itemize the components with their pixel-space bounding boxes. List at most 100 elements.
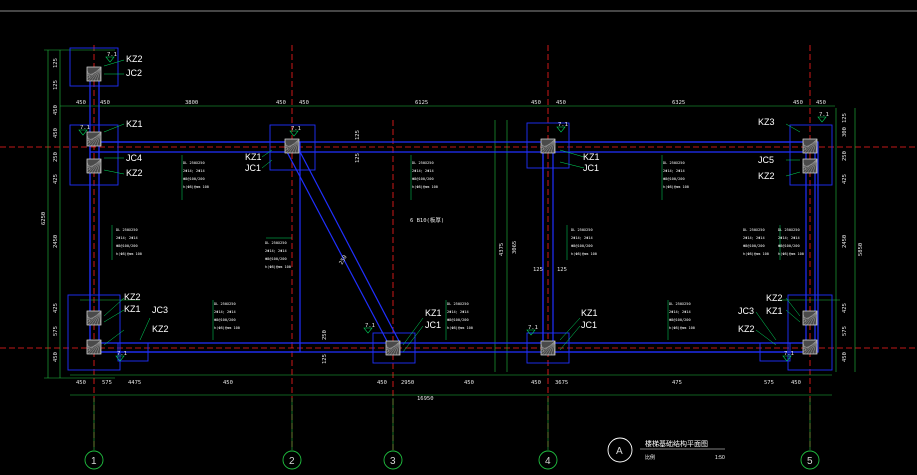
column-label: KZ3 <box>758 117 775 127</box>
dim-bot-9: 475 <box>672 380 682 386</box>
dim-top-10: 450 <box>816 100 826 106</box>
level-mark: 7.1 <box>105 52 117 63</box>
column-label: KZ1 <box>583 152 600 162</box>
beam-note-line: 2Φ14; 2Φ14 <box>663 169 685 173</box>
level-mark: 7.1 <box>363 323 375 334</box>
column-hatch <box>86 339 102 355</box>
beam-note-line: DL 250X250 <box>214 302 236 306</box>
beam-note: DL 250X250 2Φ14; 2Φ14 Φ8@100/200 h(Φ8)@mm 1… <box>214 302 240 330</box>
cad-drawing-canvas: 7.1 7.1 7.1 7.1 7.1 7.1 7.1 7.1 7.1 450 450 3800… <box>0 10 917 470</box>
beam-note-line: h(Φ8)@mm 100 <box>571 252 597 256</box>
level-value: 7.1 <box>80 125 90 131</box>
level-value: 7.1 <box>784 351 794 357</box>
column-hatch <box>540 138 556 154</box>
level-value: 7.1 <box>528 325 538 331</box>
beam-note-line: h(Φ8)@mm 100 <box>412 185 438 189</box>
title-scale-label: 比例 <box>645 454 655 461</box>
beam-note-line: DL 250X250 <box>669 302 691 306</box>
dim-right-5: 575 <box>842 326 848 336</box>
column-label: KZ1 <box>581 308 598 318</box>
beam-note-line: 2Φ14; 2Φ14 <box>743 236 765 240</box>
axis-bubble-5: 5 <box>800 398 820 470</box>
bottom-dimension-texts: 450 575 4475 450 450 2950 450 450 3675 4… <box>76 380 801 402</box>
dim-bot-2: 4475 <box>128 380 141 386</box>
beam-note: DL 250X250 2Φ14; 2Φ14 Φ8@100/200 h(Φ8)@mm 1… <box>447 302 473 330</box>
beam-note-line: DL 250X250 <box>743 228 765 232</box>
diag-beam-b <box>297 147 401 344</box>
beam-note-line: DL 250X250 <box>412 161 434 165</box>
dim-top-8: 6325 <box>672 100 685 106</box>
beam-note: DL 250X250 2Φ14; 2Φ14 Φ8@100/200 h(Φ8)@mm 1… <box>412 161 438 189</box>
column-labels: KZ2JC2KZ1JC4KZ2KZ2KZ1 JC3KZ2KZ1JC1KZ1JC1K… <box>124 54 783 334</box>
column-hatch <box>802 339 818 355</box>
column-label: KZ1 <box>425 308 442 318</box>
dim-left-5: 425 <box>53 174 59 184</box>
axis-bubble-label: 3 <box>390 456 396 467</box>
axis-bubble-label: 1 <box>91 456 97 467</box>
beam-note-line: 2Φ14; 2Φ14 <box>116 236 138 240</box>
beam-note-line: DL 250X250 <box>183 161 205 165</box>
dim-inner-125b: 125 <box>557 267 567 273</box>
column-label: JC2 <box>126 68 142 78</box>
beam-note-line: h(Φ8)@mm 100 <box>116 252 142 256</box>
column-hatch <box>802 310 818 326</box>
dim-inner-s0: 125 <box>355 130 361 140</box>
beam-note-line: Φ8@100/200 <box>412 177 434 181</box>
beam-note: DL 250X250 2Φ14; 2Φ14 Φ8@100/200 h(Φ8)@mm 1… <box>669 302 695 330</box>
beam-note-line: h(Φ8)@mm 100 <box>265 265 291 269</box>
column-hatch <box>86 158 102 174</box>
column-label: KZ2 <box>126 54 143 64</box>
level-mark: 7.1 <box>556 122 568 133</box>
axis-bubble-label: 4 <box>545 456 551 467</box>
column-label: JC1 <box>581 320 597 330</box>
dim-bot-0: 450 <box>76 380 86 386</box>
level-mark: 7.1 <box>526 325 538 336</box>
axis-bubble-label: 2 <box>289 456 295 467</box>
beam-note-line: Φ8@100/200 <box>183 177 205 181</box>
beam-note-line: 2Φ14; 2Φ14 <box>778 236 800 240</box>
level-value: 7.1 <box>107 52 117 58</box>
dim-inner-s1: 125 <box>355 153 361 163</box>
dim-bot-4: 450 <box>377 380 387 386</box>
beam-note-line: Φ8@100/200 <box>743 244 765 248</box>
dim-inner-125a: 125 <box>533 267 543 273</box>
dim-top-5: 6125 <box>415 100 428 106</box>
diag-beam-label: 250 <box>339 254 349 266</box>
level-value: 7.1 <box>819 112 829 118</box>
beam-note-line: h(Φ8)@mm 100 <box>447 326 473 330</box>
column-hatch <box>86 310 102 326</box>
column-label: JC3 <box>738 306 754 316</box>
axis-bubble-3: 3 <box>383 398 403 470</box>
dim-right-top-0: 125 <box>842 113 848 123</box>
dim-left-0: 125 <box>53 58 59 68</box>
beam-note-line: 2Φ14; 2Φ14 <box>669 310 691 314</box>
beam-note-line: Φ8@100/200 <box>669 318 691 322</box>
dim-left-8: 575 <box>53 326 59 336</box>
column-label: JC1 <box>425 320 441 330</box>
beam-note-line: Φ8@100/200 <box>116 244 138 248</box>
slab-note: 6 B10(板厚) <box>410 216 444 224</box>
dim-bot-3: 450 <box>223 380 233 386</box>
dim-top-1: 450 <box>100 100 110 106</box>
column-label: KZ1 <box>245 152 262 162</box>
dim-bot-10: 575 <box>764 380 774 386</box>
beam-note-line: h(Φ8)@mm 100 <box>214 326 240 330</box>
beam-note: DL 250X250 2Φ14; 2Φ14 Φ8@100/200 h(Φ8)@mm 1… <box>183 161 209 189</box>
dim-left-6: 2450 <box>53 235 59 248</box>
column-hatch <box>540 340 556 356</box>
beam-note-line: 2Φ14; 2Φ14 <box>265 249 287 253</box>
column-label: KZ2 <box>758 171 775 181</box>
dim-left-4: 250 <box>53 152 59 162</box>
column-hatch <box>86 66 102 82</box>
dim-left-3: 450 <box>53 128 59 138</box>
column-label: KZ2 <box>152 324 169 334</box>
top-dimension-texts: 450 450 3800 450 450 6125 450 450 6325 4… <box>76 100 826 106</box>
dim-top-3: 450 <box>276 100 286 106</box>
dim-bot-6: 450 <box>464 380 474 386</box>
dim-inner-s3: 125 <box>322 354 328 364</box>
beam-note-line: Φ8@100/200 <box>571 244 593 248</box>
dim-right-6: 450 <box>842 352 848 362</box>
dim-bot-8: 3675 <box>555 380 568 386</box>
leaders <box>103 59 801 353</box>
dim-top-9: 450 <box>793 100 803 106</box>
